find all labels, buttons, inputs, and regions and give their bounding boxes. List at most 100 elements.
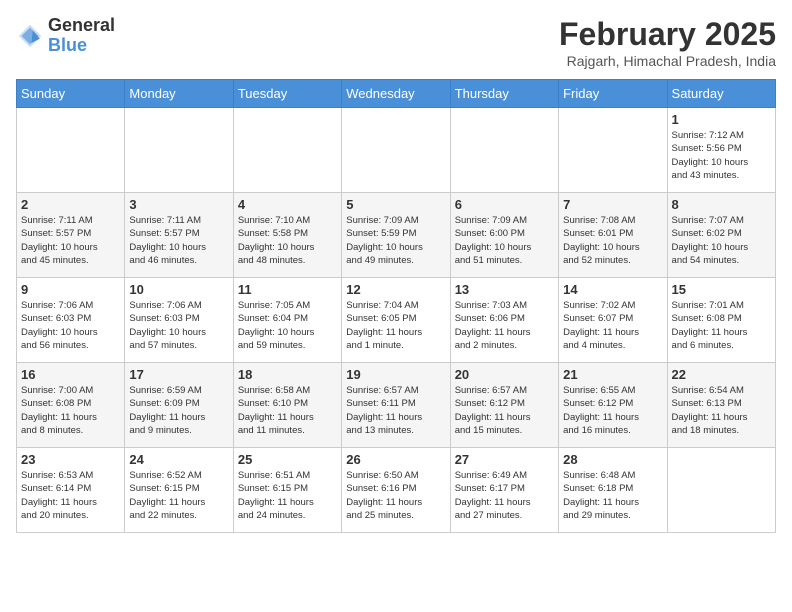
title-block: February 2025 Rajgarh, Himachal Pradesh,…	[559, 16, 776, 69]
day-info: Sunrise: 6:58 AM Sunset: 6:10 PM Dayligh…	[238, 384, 337, 437]
day-number: 17	[129, 367, 228, 382]
weekday-header-tuesday: Tuesday	[233, 80, 341, 108]
day-number: 13	[455, 282, 554, 297]
weekday-header-monday: Monday	[125, 80, 233, 108]
day-info: Sunrise: 7:10 AM Sunset: 5:58 PM Dayligh…	[238, 214, 337, 267]
day-number: 11	[238, 282, 337, 297]
day-number: 8	[672, 197, 771, 212]
day-number: 26	[346, 452, 445, 467]
calendar-cell: 10 Sunrise: 7:06 AM Sunset: 6:03 PM Dayli…	[125, 278, 233, 363]
month-year-title: February 2025	[559, 16, 776, 53]
day-number: 7	[563, 197, 662, 212]
calendar-week-3: 9Sunrise: 7:06 AM Sunset: 6:03 PM Daylig…	[17, 278, 776, 363]
calendar-cell: 20Sunrise: 6:57 AM Sunset: 6:12 PM Dayli…	[450, 363, 558, 448]
day-number: 15	[672, 282, 771, 297]
day-number: 18	[238, 367, 337, 382]
day-number: 22	[672, 367, 771, 382]
calendar-cell: 23 Sunrise: 6:53 AM Sunset: 6:14 PM Dayli…	[17, 448, 125, 533]
weekday-header-friday: Friday	[559, 80, 667, 108]
calendar-cell	[342, 108, 450, 193]
day-number: 21	[563, 367, 662, 382]
calendar-cell: 15Sunrise: 7:01 AM Sunset: 6:08 PM Dayli…	[667, 278, 775, 363]
calendar-cell	[559, 108, 667, 193]
calendar-cell: 27 Sunrise: 6:49 AM Sunset: 6:17 PM Dayli…	[450, 448, 558, 533]
day-info: Sunrise: 7:00 AM Sunset: 6:08 PM Dayligh…	[21, 384, 120, 437]
calendar-cell	[667, 448, 775, 533]
day-info: Sunrise: 7:09 AM Sunset: 6:00 PM Dayligh…	[455, 214, 554, 267]
day-number: 3	[129, 197, 228, 212]
weekday-header-wednesday: Wednesday	[342, 80, 450, 108]
day-info: Sunrise: 6:49 AM Sunset: 6:17 PM Dayligh…	[455, 469, 554, 522]
logo-icon	[16, 22, 44, 50]
calendar-cell: 2 Sunrise: 7:11 AM Sunset: 5:57 PM Daylig…	[17, 193, 125, 278]
day-info: Sunrise: 7:12 AM Sunset: 5:56 PM Dayligh…	[672, 129, 771, 182]
logo-general: General	[48, 16, 115, 36]
calendar-cell: 21Sunrise: 6:55 AM Sunset: 6:12 PM Dayli…	[559, 363, 667, 448]
calendar-cell: 18 Sunrise: 6:58 AM Sunset: 6:10 PM Dayli…	[233, 363, 341, 448]
day-number: 5	[346, 197, 445, 212]
calendar-cell: 3 Sunrise: 7:11 AM Sunset: 5:57 PM Daylig…	[125, 193, 233, 278]
day-number: 6	[455, 197, 554, 212]
day-number: 12	[346, 282, 445, 297]
day-info: Sunrise: 6:54 AM Sunset: 6:13 PM Dayligh…	[672, 384, 771, 437]
calendar-cell	[125, 108, 233, 193]
day-info: Sunrise: 7:08 AM Sunset: 6:01 PM Dayligh…	[563, 214, 662, 267]
calendar-cell: 16 Sunrise: 7:00 AM Sunset: 6:08 PM Dayli…	[17, 363, 125, 448]
day-info: Sunrise: 7:11 AM Sunset: 5:57 PM Dayligh…	[129, 214, 228, 267]
calendar-cell	[17, 108, 125, 193]
calendar-cell: 8Sunrise: 7:07 AM Sunset: 6:02 PM Daylig…	[667, 193, 775, 278]
day-info: Sunrise: 7:06 AM Sunset: 6:03 PM Dayligh…	[21, 299, 120, 352]
calendar-cell: 28Sunrise: 6:48 AM Sunset: 6:18 PM Dayli…	[559, 448, 667, 533]
day-number: 1	[672, 112, 771, 127]
calendar-cell: 9Sunrise: 7:06 AM Sunset: 6:03 PM Daylig…	[17, 278, 125, 363]
calendar-cell: 26 Sunrise: 6:50 AM Sunset: 6:16 PM Dayli…	[342, 448, 450, 533]
calendar-cell: 12 Sunrise: 7:04 AM Sunset: 6:05 PM Dayli…	[342, 278, 450, 363]
calendar-cell: 7 Sunrise: 7:08 AM Sunset: 6:01 PM Daylig…	[559, 193, 667, 278]
calendar-week-1: 1 Sunrise: 7:12 AM Sunset: 5:56 PM Daylig…	[17, 108, 776, 193]
day-number: 10	[129, 282, 228, 297]
calendar-cell: 1 Sunrise: 7:12 AM Sunset: 5:56 PM Daylig…	[667, 108, 775, 193]
day-info: Sunrise: 6:57 AM Sunset: 6:11 PM Dayligh…	[346, 384, 445, 437]
day-number: 20	[455, 367, 554, 382]
day-info: Sunrise: 6:53 AM Sunset: 6:14 PM Dayligh…	[21, 469, 120, 522]
day-number: 23	[21, 452, 120, 467]
day-number: 27	[455, 452, 554, 467]
calendar-cell: 14 Sunrise: 7:02 AM Sunset: 6:07 PM Dayli…	[559, 278, 667, 363]
calendar-cell: 24 Sunrise: 6:52 AM Sunset: 6:15 PM Dayli…	[125, 448, 233, 533]
calendar-week-5: 23 Sunrise: 6:53 AM Sunset: 6:14 PM Dayli…	[17, 448, 776, 533]
day-info: Sunrise: 7:03 AM Sunset: 6:06 PM Dayligh…	[455, 299, 554, 352]
calendar-cell: 19 Sunrise: 6:57 AM Sunset: 6:11 PM Dayli…	[342, 363, 450, 448]
calendar-cell: 13 Sunrise: 7:03 AM Sunset: 6:06 PM Dayli…	[450, 278, 558, 363]
calendar-week-2: 2 Sunrise: 7:11 AM Sunset: 5:57 PM Daylig…	[17, 193, 776, 278]
weekday-header-row: SundayMondayTuesdayWednesdayThursdayFrid…	[17, 80, 776, 108]
day-info: Sunrise: 7:06 AM Sunset: 6:03 PM Dayligh…	[129, 299, 228, 352]
day-info: Sunrise: 7:11 AM Sunset: 5:57 PM Dayligh…	[21, 214, 120, 267]
day-info: Sunrise: 6:51 AM Sunset: 6:15 PM Dayligh…	[238, 469, 337, 522]
day-number: 25	[238, 452, 337, 467]
weekday-header-saturday: Saturday	[667, 80, 775, 108]
day-number: 14	[563, 282, 662, 297]
calendar-cell	[233, 108, 341, 193]
day-info: Sunrise: 7:02 AM Sunset: 6:07 PM Dayligh…	[563, 299, 662, 352]
location-subtitle: Rajgarh, Himachal Pradesh, India	[559, 53, 776, 69]
calendar-cell: 25 Sunrise: 6:51 AM Sunset: 6:15 PM Dayli…	[233, 448, 341, 533]
day-number: 19	[346, 367, 445, 382]
day-info: Sunrise: 6:59 AM Sunset: 6:09 PM Dayligh…	[129, 384, 228, 437]
day-info: Sunrise: 7:05 AM Sunset: 6:04 PM Dayligh…	[238, 299, 337, 352]
day-info: Sunrise: 6:48 AM Sunset: 6:18 PM Dayligh…	[563, 469, 662, 522]
calendar-cell: 17 Sunrise: 6:59 AM Sunset: 6:09 PM Dayli…	[125, 363, 233, 448]
calendar-cell	[450, 108, 558, 193]
calendar-cell: 4 Sunrise: 7:10 AM Sunset: 5:58 PM Daylig…	[233, 193, 341, 278]
day-number: 4	[238, 197, 337, 212]
logo: General Blue	[16, 16, 115, 56]
day-number: 2	[21, 197, 120, 212]
day-number: 16	[21, 367, 120, 382]
day-number: 24	[129, 452, 228, 467]
calendar-week-4: 16 Sunrise: 7:00 AM Sunset: 6:08 PM Dayli…	[17, 363, 776, 448]
calendar-cell: 6 Sunrise: 7:09 AM Sunset: 6:00 PM Daylig…	[450, 193, 558, 278]
day-info: Sunrise: 6:52 AM Sunset: 6:15 PM Dayligh…	[129, 469, 228, 522]
day-info: Sunrise: 7:09 AM Sunset: 5:59 PM Dayligh…	[346, 214, 445, 267]
day-info: Sunrise: 7:04 AM Sunset: 6:05 PM Dayligh…	[346, 299, 445, 352]
day-info: Sunrise: 6:50 AM Sunset: 6:16 PM Dayligh…	[346, 469, 445, 522]
logo-text: General Blue	[48, 16, 115, 56]
